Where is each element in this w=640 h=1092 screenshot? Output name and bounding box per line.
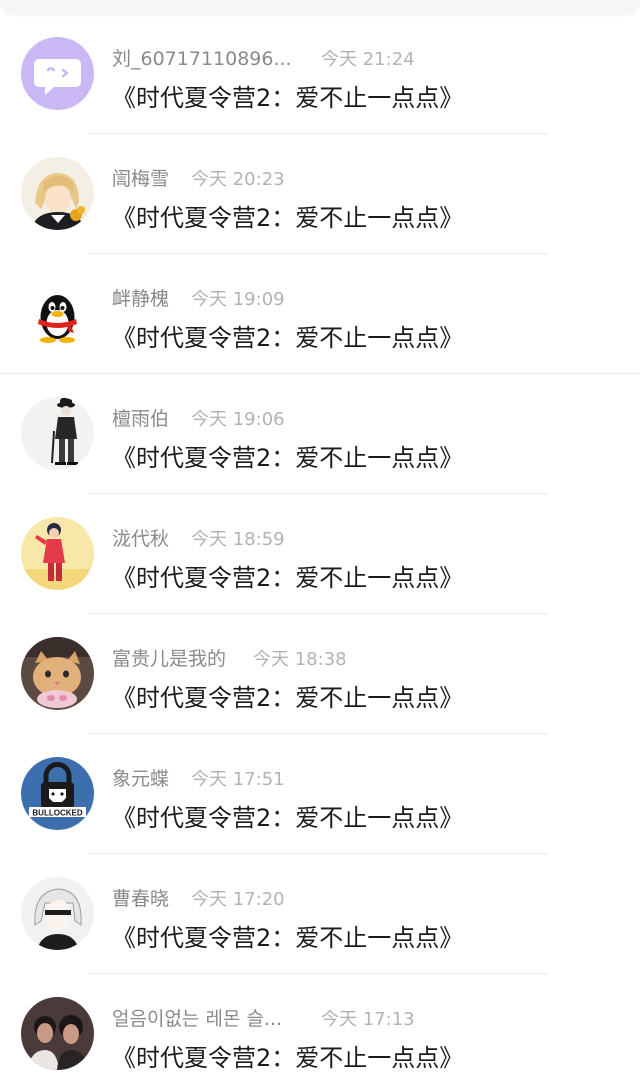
comment-item[interactable]: 檀雨伯 今天 19:06 《时代夏令营2：爱不止一点点》 <box>0 360 640 494</box>
comment-text: 《时代夏令营2：爱不止一点点》 <box>112 84 464 112</box>
comment-time: 今天 20:23 <box>191 169 285 190</box>
comment-item[interactable]: 曹春晓 今天 17:20 《时代夏令营2：爱不止一点点》 <box>0 840 640 974</box>
commenter-name[interactable]: 象元蝶 <box>112 764 169 791</box>
comment-time: 今天 18:59 <box>191 529 285 550</box>
comment-time: 今天 17:20 <box>191 889 285 910</box>
chat-bubble-icon[interactable] <box>21 37 94 110</box>
anime-boy-avatar[interactable] <box>21 157 94 230</box>
cat-avatar[interactable] <box>21 637 94 710</box>
comment-item[interactable]: 衅静槐 今天 19:09 《时代夏令营2：爱不止一点点》 <box>0 240 640 374</box>
comment-text: 《时代夏令营2：爱不止一点点》 <box>112 924 464 952</box>
comment-item[interactable]: 刘_60717110896... 今天 21:24 《时代夏令营2：爱不止一点点… <box>0 0 640 134</box>
commenter-name[interactable]: 얼음이없는 레몬 슬... <box>112 1004 282 1031</box>
comment-time: 今天 19:06 <box>191 409 285 430</box>
comment-item[interactable]: BULLOCKED 象元蝶 今天 17:51 《时代夏令营2：爱不止一点点》 <box>0 720 640 854</box>
red-shirt-person-avatar[interactable] <box>21 517 94 590</box>
comment-text: 《时代夏令营2：爱不止一点点》 <box>112 444 464 472</box>
commenter-name[interactable]: 檀雨伯 <box>112 404 169 431</box>
comment-time: 今天 19:09 <box>191 289 285 310</box>
commenter-name[interactable]: 曹春晓 <box>112 884 169 911</box>
commenter-name[interactable]: 泷代秋 <box>112 524 169 551</box>
comment-item[interactable]: 泷代秋 今天 18:59 《时代夏令营2：爱不止一点点》 <box>0 480 640 614</box>
comment-item[interactable]: 얼음이없는 레몬 슬... 今天 17:13 《时代夏令营2：爱不止一点点》 <box>0 960 640 1080</box>
commenter-name[interactable]: 訚梅雪 <box>112 164 169 191</box>
comment-time: 今天 17:51 <box>191 769 285 790</box>
comment-item[interactable]: 富贵儿是我的 今天 18:38 《时代夏令营2：爱不止一点点》 <box>0 600 640 734</box>
comment-time: 今天 21:24 <box>321 49 415 70</box>
qq-penguin-icon[interactable] <box>21 277 94 350</box>
anime-girl-avatar[interactable] <box>21 877 94 950</box>
comment-item[interactable]: 訚梅雪 今天 20:23 《时代夏令营2：爱不止一点点》 <box>0 120 640 254</box>
commenter-name[interactable]: 富贵儿是我的 <box>112 644 226 671</box>
logo-lettering: BULLOCKED <box>32 809 82 818</box>
commenter-name[interactable]: 刘_60717110896... <box>112 44 292 71</box>
commenter-name[interactable]: 衅静槐 <box>112 284 169 311</box>
bullocked-logo-avatar[interactable]: BULLOCKED <box>21 757 94 830</box>
comment-text: 《时代夏令营2：爱不止一点点》 <box>112 204 464 232</box>
comment-text: 《时代夏令营2：爱不止一点点》 <box>112 564 464 592</box>
comment-time: 今天 17:13 <box>321 1009 415 1030</box>
comment-text: 《时代夏令营2：爱不止一点点》 <box>112 684 464 712</box>
comment-text: 《时代夏令营2：爱不止一点点》 <box>112 1044 464 1072</box>
comment-text: 《时代夏令营2：爱不止一点点》 <box>112 804 464 832</box>
comment-text: 《时代夏令营2：爱不止一点点》 <box>112 324 464 352</box>
comment-time: 今天 18:38 <box>253 649 347 670</box>
two-people-avatar[interactable] <box>21 997 94 1070</box>
chaplin-avatar[interactable] <box>21 397 94 470</box>
